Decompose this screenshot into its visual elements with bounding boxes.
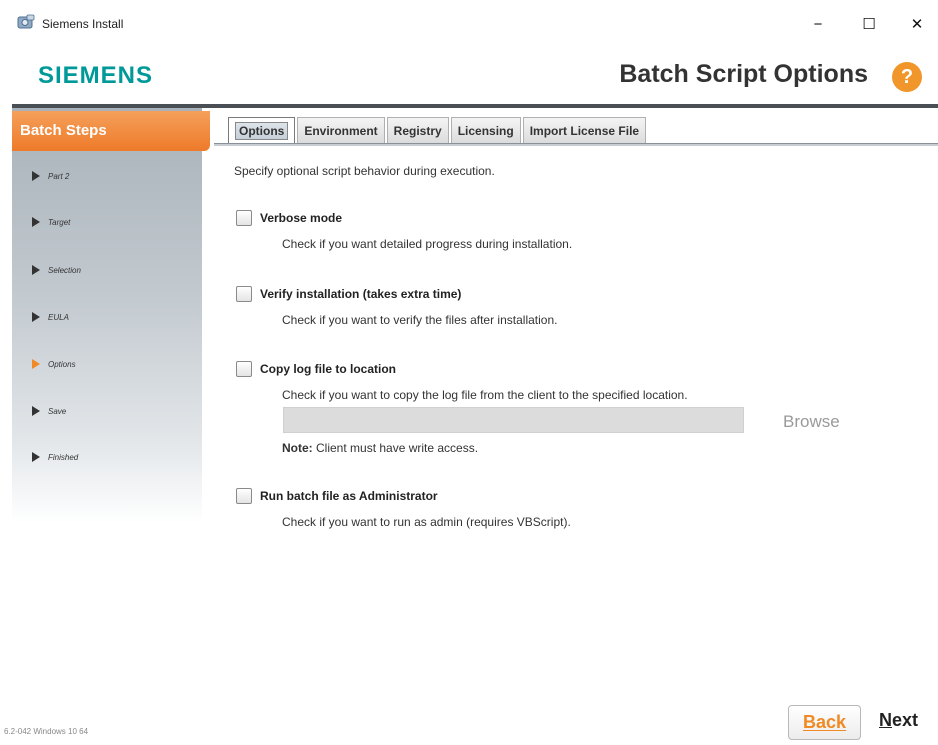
window-titlebar: Siemens Install − ☐ ✕ [0,0,938,44]
option-label[interactable]: Verify installation (takes extra time) [260,287,461,301]
tab-panel-border [214,143,938,146]
minimize-button[interactable]: − [799,8,837,40]
sidebar-item-eula: EULA [32,308,69,326]
note-text: Note: Client must have write access. [282,441,478,455]
play-arrow-icon [32,171,40,181]
tab-registry[interactable]: Registry [386,117,449,143]
sidebar-item-target: Target [32,213,70,231]
sidebar-header: Batch Steps [12,111,210,151]
sidebar-item-label: Save [48,406,67,416]
close-button[interactable]: ✕ [898,8,936,40]
option-label[interactable]: Run batch file as Administrator [260,489,438,503]
tab-licensing[interactable]: Licensing [450,117,521,143]
siemens-logo: SIEMENS [38,62,154,89]
tab-options[interactable]: Options [228,117,296,143]
run-as-admin-checkbox[interactable] [236,488,252,504]
browse-button[interactable]: Browse [783,412,840,432]
siemens-install-icon [17,14,35,29]
option-help-text: Check if you want to verify the files af… [282,313,558,327]
sidebar-item-save: Save [32,402,66,420]
note-label: Note: [282,441,313,455]
tab-import-license-file[interactable]: Import License File [522,117,647,143]
sidebar-header-label: Batch Steps [20,122,107,139]
version-label: 6.2-042 Windows 10 64 [4,727,89,736]
maximize-button[interactable]: ☐ [850,8,888,40]
sidebar-item-finished: Finished [32,448,78,466]
sidebar-item-options: Options [32,355,76,373]
sidebar-item-label: Options [48,359,76,369]
log-location-input[interactable] [283,407,744,433]
play-arrow-icon [32,359,40,369]
option-help-text: Check if you want detailed progress duri… [282,237,573,251]
page-title: Batch Script Options [619,60,868,88]
note-body: Client must have write access. [312,441,479,455]
copy-log-file-checkbox[interactable] [236,361,252,377]
sidebar-item-part-2: Part 2 [32,167,69,185]
play-arrow-icon [32,406,40,416]
tab-bar: Options Environment Registry Licensing I… [228,117,648,143]
play-arrow-icon [32,312,40,322]
next-button-mnemonic: N [879,710,892,730]
play-arrow-icon [32,265,40,275]
play-arrow-icon [32,452,40,462]
window-title: Siemens Install [42,17,124,31]
next-button-label: ext [892,710,919,730]
option-label[interactable]: Copy log file to location [260,362,396,376]
panel-description: Specify optional script behavior during … [234,164,495,178]
option-label[interactable]: Verbose mode [260,211,342,225]
sidebar-item-label: EULA [48,312,69,322]
tab-label: Options [235,121,289,140]
option-help-text: Check if you want to copy the log file f… [282,388,688,402]
sidebar-item-selection: Selection [32,261,81,279]
play-arrow-icon [32,217,40,227]
sidebar-item-label: Part 2 [48,171,70,181]
tab-environment[interactable]: Environment [297,117,385,143]
back-button[interactable]: Back [788,705,861,740]
verify-installation-checkbox[interactable] [236,286,252,302]
sidebar-item-label: Finished [48,452,79,462]
next-button[interactable]: Next [879,710,918,731]
option-help-text: Check if you want to run as admin (requi… [282,515,571,529]
help-icon[interactable]: ? [892,62,922,92]
sidebar-item-label: Selection [48,265,81,275]
verbose-mode-checkbox[interactable] [236,210,252,226]
sidebar-item-label: Target [48,217,71,227]
